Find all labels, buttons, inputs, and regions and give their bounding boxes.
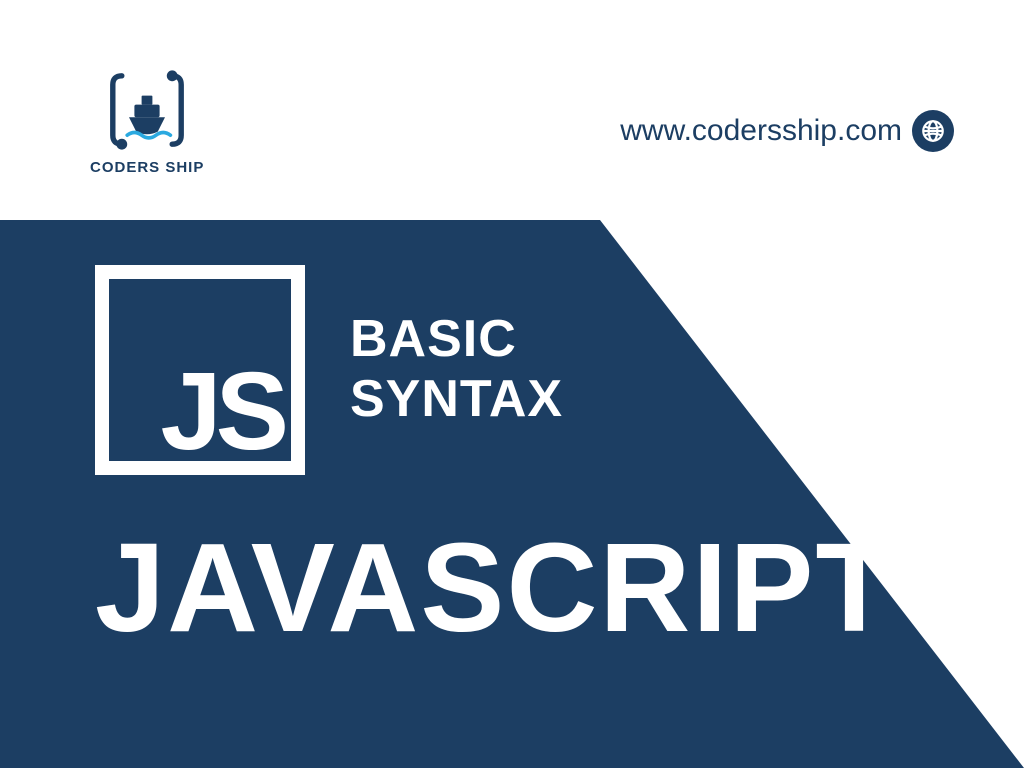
page-title: JAVASCRIPT xyxy=(95,525,1024,651)
main-panel: JS BASIC SYNTAX JAVASCRIPT xyxy=(0,220,1024,768)
js-logo-text: JS xyxy=(160,357,283,467)
logo-subtitle-row: JS BASIC SYNTAX xyxy=(95,265,1024,475)
website-url: www.codersship.com xyxy=(620,114,902,148)
subtitle: BASIC SYNTAX xyxy=(350,310,563,430)
brand-name: CODERS SHIP xyxy=(90,159,204,176)
js-logo-box: JS xyxy=(95,265,305,475)
panel-content: JS BASIC SYNTAX JAVASCRIPT xyxy=(0,220,1024,768)
subtitle-line-2: SYNTAX xyxy=(350,370,563,430)
brand-logo: CODERS SHIP xyxy=(90,65,204,176)
ship-logo-icon xyxy=(102,65,192,155)
subtitle-line-1: BASIC xyxy=(350,310,563,370)
globe-icon xyxy=(912,110,954,152)
header: CODERS SHIP www.codersship.com xyxy=(0,0,1024,220)
website-url-block: www.codersship.com xyxy=(620,110,954,152)
